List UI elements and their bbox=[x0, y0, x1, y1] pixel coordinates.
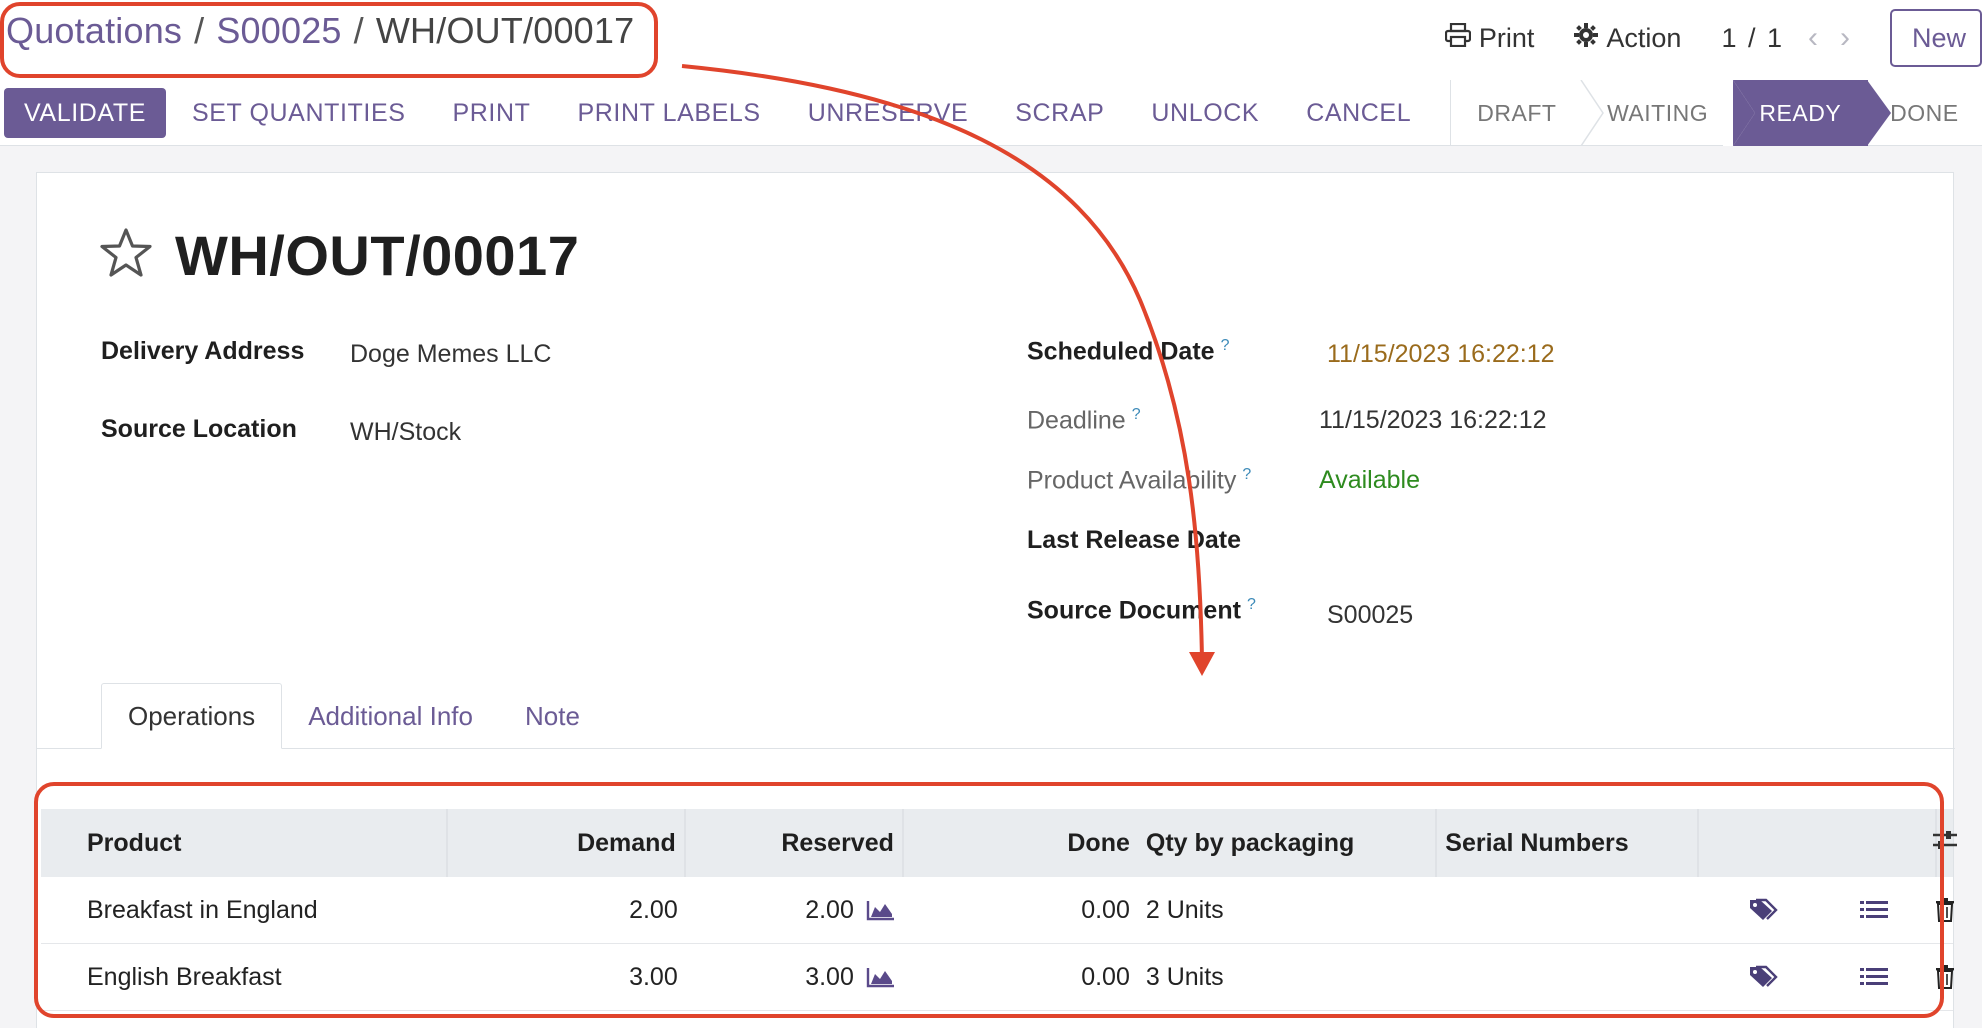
breadcrumb-item-sale-order[interactable]: S00025 bbox=[216, 10, 341, 51]
action-menu-button[interactable]: Action bbox=[1574, 22, 1682, 54]
breadcrumb-separator: / bbox=[353, 10, 364, 51]
source-location-label: Source Location bbox=[101, 415, 297, 443]
tag-icon[interactable] bbox=[1748, 964, 1778, 990]
scheduled-date-label-text: Scheduled Date bbox=[1027, 337, 1215, 366]
column-header-demand[interactable]: Demand bbox=[448, 809, 686, 877]
form-sheet: WH/OUT/00017 Delivery Address Doge Memes… bbox=[36, 172, 1957, 1028]
set-quantities-button[interactable]: SET QUANTITIES bbox=[192, 99, 406, 128]
title-row: WH/OUT/00017 bbox=[99, 223, 579, 288]
status-bar: DRAFT WAITING READY DONE bbox=[1450, 80, 1982, 146]
breadcrumb-item-quotations[interactable]: Quotations bbox=[6, 10, 182, 51]
delivery-address-value[interactable]: Doge Memes LLC bbox=[350, 340, 551, 369]
action-bar: VALIDATE SET QUANTITIES PRINT PRINT LABE… bbox=[4, 88, 1458, 138]
cell-reserved[interactable]: 2.00 bbox=[686, 877, 904, 943]
area-chart-icon[interactable] bbox=[866, 966, 896, 988]
cell-demand[interactable]: 3.00 bbox=[448, 944, 686, 1010]
delete-cell bbox=[1935, 877, 1955, 943]
print-menu-button[interactable]: Print bbox=[1444, 22, 1535, 54]
trash-icon[interactable] bbox=[1935, 965, 1955, 989]
source-document-label-text: Source Document bbox=[1027, 596, 1241, 625]
scheduled-date-value[interactable]: 11/15/2023 16:22:12 bbox=[1327, 340, 1555, 369]
tag-icon[interactable] bbox=[1748, 897, 1778, 923]
area-chart-icon[interactable] bbox=[866, 899, 896, 921]
new-button[interactable]: New bbox=[1890, 9, 1982, 67]
tab-operations[interactable]: Operations bbox=[101, 683, 283, 749]
cell-serial-numbers[interactable] bbox=[1437, 877, 1699, 943]
trash-icon[interactable] bbox=[1935, 898, 1955, 922]
column-header-actions bbox=[1699, 809, 1937, 877]
cell-serial-numbers[interactable] bbox=[1437, 944, 1699, 1010]
status-chevrons bbox=[1580, 80, 1891, 146]
last-release-date-label: Last Release Date bbox=[1027, 526, 1242, 554]
table-row[interactable]: English Breakfast 3.00 3.00 0.00 3 Units bbox=[41, 944, 1955, 1011]
cell-qty-by-packaging: 3 Units bbox=[1145, 962, 1224, 991]
notebook-tabs: Operations Additional Info Note bbox=[101, 683, 606, 749]
cell-reserved-value: 3.00 bbox=[805, 962, 854, 991]
product-availability-label-text: Product Availability bbox=[1027, 466, 1237, 495]
validate-button[interactable]: VALIDATE bbox=[4, 88, 166, 138]
delivery-address-label: Delivery Address bbox=[101, 337, 305, 365]
row-action-icons bbox=[1699, 877, 1937, 943]
cell-done[interactable]: 0.00 bbox=[904, 877, 1138, 943]
column-header-product[interactable]: Product bbox=[41, 809, 448, 877]
print-button[interactable]: PRINT bbox=[453, 99, 531, 128]
product-availability-value: Available bbox=[1319, 466, 1421, 494]
column-header-serial-numbers[interactable]: Serial Numbers bbox=[1437, 809, 1700, 877]
source-document-value[interactable]: S00025 bbox=[1327, 601, 1413, 630]
gear-icon bbox=[1574, 22, 1599, 54]
help-icon[interactable]: ? bbox=[1247, 596, 1256, 613]
breadcrumb: Quotations / S00025 / WH/OUT/00017 bbox=[6, 10, 634, 52]
deadline-label-text: Deadline bbox=[1027, 406, 1126, 435]
cancel-button[interactable]: CANCEL bbox=[1306, 99, 1411, 128]
star-outline-icon[interactable] bbox=[99, 227, 153, 284]
sliders-icon bbox=[1931, 828, 1959, 859]
tab-note[interactable]: Note bbox=[499, 683, 606, 749]
top-right-controls: Print Action 1 / 1 ‹ › New bbox=[1444, 9, 1982, 67]
cell-reserved-value: 2.00 bbox=[805, 895, 854, 924]
help-icon[interactable]: ? bbox=[1221, 337, 1230, 354]
table-header: Product Demand Reserved Done Qty by pack… bbox=[41, 809, 1957, 877]
unlock-button[interactable]: UNLOCK bbox=[1151, 99, 1259, 128]
chevron-left-icon[interactable]: ‹ bbox=[1808, 21, 1818, 55]
deadline-value[interactable]: 11/15/2023 16:22:12 bbox=[1319, 406, 1547, 435]
help-icon[interactable]: ? bbox=[1132, 406, 1141, 423]
cell-demand[interactable]: 2.00 bbox=[448, 877, 686, 943]
delete-cell bbox=[1935, 944, 1955, 1010]
breadcrumb-current: WH/OUT/00017 bbox=[375, 10, 635, 51]
record-title: WH/OUT/00017 bbox=[175, 224, 580, 287]
optional-columns-toggle[interactable] bbox=[1933, 809, 1957, 877]
cell-product[interactable]: English Breakfast bbox=[41, 944, 448, 1010]
unreserve-button[interactable]: UNRESERVE bbox=[808, 99, 969, 128]
cell-product[interactable]: Breakfast in England bbox=[41, 877, 448, 943]
row-action-icons bbox=[1699, 944, 1937, 1010]
table-row[interactable]: Breakfast in England 2.00 2.00 0.00 2 Un… bbox=[41, 877, 1955, 944]
print-labels-button[interactable]: PRINT LABELS bbox=[578, 99, 761, 128]
help-icon[interactable]: ? bbox=[1242, 466, 1251, 483]
cell-done[interactable]: 0.00 bbox=[904, 944, 1138, 1010]
action-menu-label: Action bbox=[1606, 22, 1682, 53]
print-menu-label: Print bbox=[1478, 22, 1535, 53]
column-header-reserved[interactable]: Reserved bbox=[686, 809, 904, 877]
scrap-button[interactable]: SCRAP bbox=[1015, 99, 1104, 128]
product-availability-label: Product Availability? bbox=[1027, 466, 1251, 495]
control-panel: Quotations / S00025 / WH/OUT/00017 Print Act… bbox=[0, 0, 1982, 146]
list-icon[interactable] bbox=[1860, 899, 1888, 921]
column-header-qty-by-packaging[interactable]: Qty by packaging bbox=[1138, 809, 1438, 877]
column-header-done[interactable]: Done bbox=[904, 809, 1138, 877]
breadcrumb-separator: / bbox=[194, 10, 205, 51]
list-icon[interactable] bbox=[1860, 966, 1888, 988]
cell-qty-by-packaging: 2 Units bbox=[1145, 895, 1224, 924]
scheduled-date-label: Scheduled Date? bbox=[1027, 337, 1229, 366]
pager-value[interactable]: 1 / 1 bbox=[1721, 23, 1784, 54]
printer-icon bbox=[1444, 22, 1471, 54]
cell-reserved[interactable]: 3.00 bbox=[686, 944, 904, 1010]
operations-table: Product Demand Reserved Done Qty by pack… bbox=[41, 809, 1957, 1011]
chevron-right-icon[interactable]: › bbox=[1840, 21, 1850, 55]
source-location-value[interactable]: WH/Stock bbox=[350, 418, 461, 447]
deadline-label: Deadline? bbox=[1027, 406, 1141, 435]
source-document-label: Source Document? bbox=[1027, 596, 1256, 625]
tab-additional-info[interactable]: Additional Info bbox=[282, 683, 499, 749]
